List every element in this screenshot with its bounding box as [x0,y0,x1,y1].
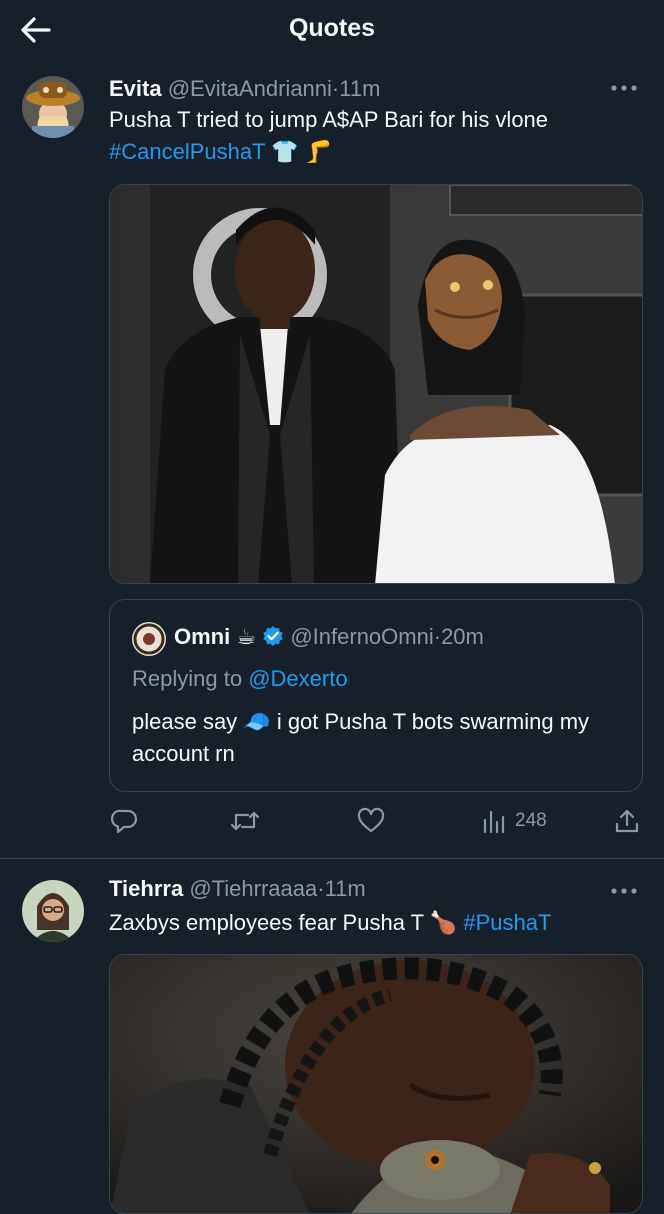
more-icon [611,85,637,91]
like-button[interactable] [357,806,385,836]
drumstick-emoji: 🍗 [429,910,458,935]
retweet-button[interactable] [229,806,261,836]
tweet-body: Zaxbys employees fear Pusha T [109,910,430,935]
tweet-header: Tiehrra @Tiehrraaaa·11m [109,876,366,902]
mention-link[interactable]: @Dexerto [248,666,347,691]
user-handle[interactable]: @EvitaAndrianni [168,76,332,101]
timestamp[interactable]: 11m [339,76,380,101]
coffee-emoji: ☕ [236,624,257,649]
separator-dot: · [433,624,442,649]
emoji: 👕 🦵 [271,139,333,164]
like-icon [357,807,385,833]
quoted-avatar[interactable] [132,622,166,656]
tweet[interactable]: Evita @EvitaAndrianni·11m Pusha T tried … [0,60,664,860]
more-button[interactable] [610,884,638,894]
tweet-header: Evita @EvitaAndrianni·11m [109,76,380,102]
quoted-tweet-text: please say 🧢 i got Pusha T bots swarming… [132,706,627,770]
tweet-text: Zaxbys employees fear Pusha T 🍗 #PushaT [109,907,639,939]
reply-button[interactable] [111,806,139,836]
tweet-photo[interactable] [109,184,643,584]
tweet-body: Pusha T tried to jump A$AP Bari for his … [109,107,549,132]
views-button[interactable]: 248 [481,806,547,836]
quoted-text-part: please say [132,709,244,734]
page-title: Quotes [288,14,376,42]
quoted-display-name[interactable]: Omni [174,624,230,649]
replying-to-label: Replying to [132,666,249,691]
reply-icon [111,809,138,834]
avatar[interactable] [22,880,84,942]
timestamp[interactable]: 11m [325,876,366,901]
tweet-photo[interactable] [109,954,643,1214]
replying-to: Replying to @Dexerto [132,666,348,692]
display-name[interactable]: Evita [109,76,162,101]
top-bar: Quotes [0,0,664,60]
hashtag-link[interactable]: #PushaT [463,910,551,935]
quoted-user-handle[interactable]: @InfernoOmni [290,624,433,649]
tweet-text: Pusha T tried to jump A$AP Bari for his … [109,104,639,168]
more-button[interactable] [610,81,638,91]
verified-badge-icon [263,626,283,646]
more-icon [611,888,637,894]
retweet-icon [230,811,260,831]
quoted-tweet-header: Omni ☕ @InfernoOmni·20m [174,624,484,650]
views-count: 248 [515,810,547,831]
separator-dot: · [317,876,325,901]
share-button[interactable] [613,806,641,836]
display-name[interactable]: Tiehrra [109,876,183,901]
cap-emoji: 🧢 [243,709,271,734]
quoted-tweet[interactable]: Omni ☕ @InfernoOmni·20m Replying to @Dex… [109,599,643,792]
views-icon [483,810,505,834]
tweet[interactable]: Tiehrra @Tiehrraaaa·11m Zaxbys employees… [0,859,664,1214]
user-handle[interactable]: @Tiehrraaaa [189,876,317,901]
tweet-actions: 248 [109,806,644,836]
avatar[interactable] [22,76,84,138]
hashtag-link[interactable]: #CancelPushaT [109,139,265,164]
share-icon [615,809,639,833]
quoted-timestamp[interactable]: 20m [441,624,484,649]
